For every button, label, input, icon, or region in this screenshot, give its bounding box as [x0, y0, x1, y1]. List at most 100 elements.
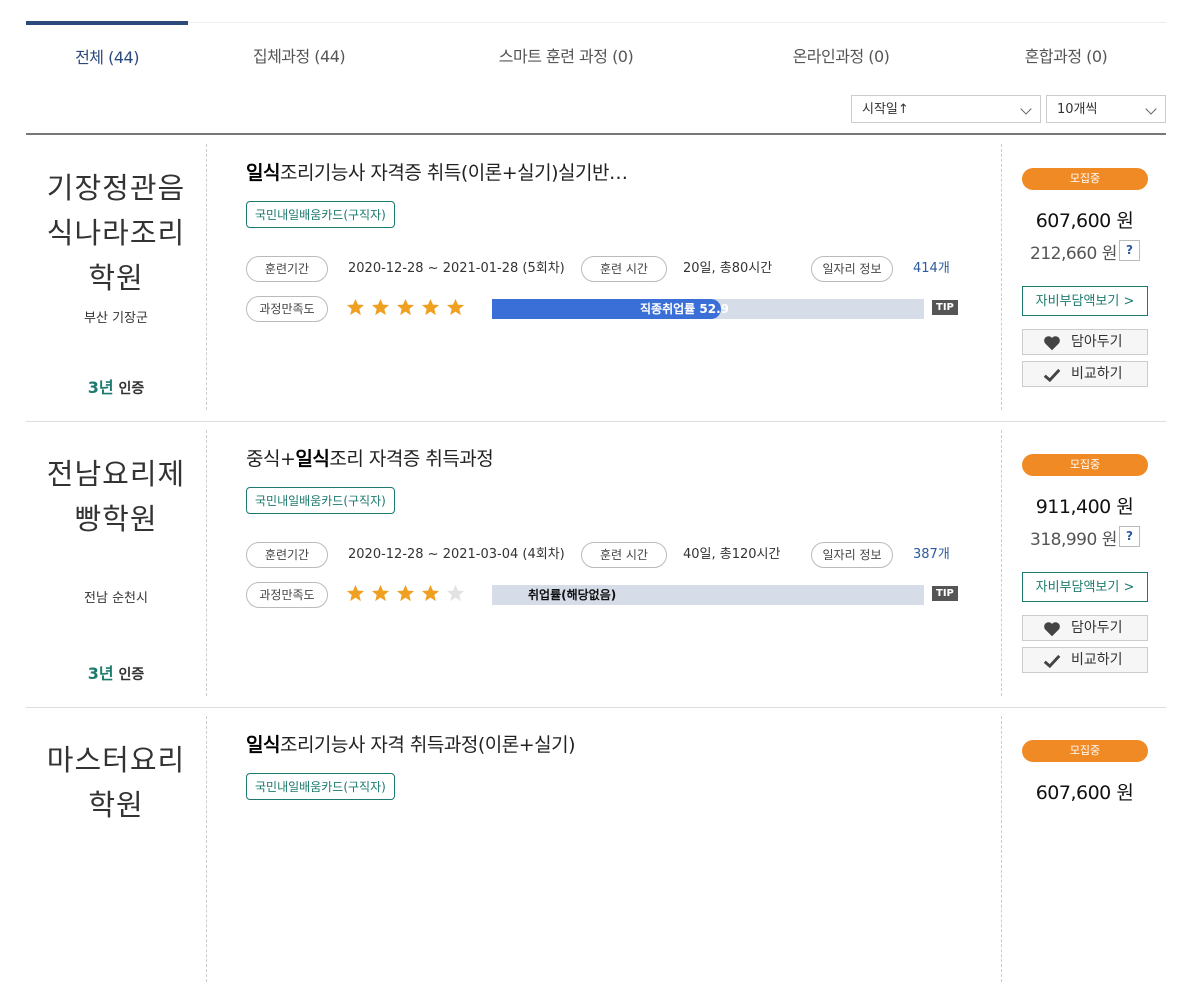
hours-value: 20일, 총80시간	[683, 261, 773, 276]
tab-blended-course[interactable]: 혼합과정 (0)	[986, 23, 1146, 91]
help-icon[interactable]: ?	[1119, 240, 1140, 261]
jobs-count-link[interactable]: 387개	[913, 542, 950, 568]
cert-label: 인증	[118, 381, 145, 397]
course-meta-row: 훈련기간 2020-12-28 ~ 2021-03-04 (4회차) 훈련 시간…	[246, 542, 976, 568]
card-type-badge: 국민내일배움카드(구직자)	[246, 773, 395, 800]
help-icon[interactable]: ?	[1119, 526, 1140, 547]
compare-label: 비교하기	[1071, 652, 1123, 668]
price-panel: 모집중 607,600 원	[1001, 716, 1167, 982]
compare-button[interactable]: 비교하기	[1022, 647, 1148, 673]
self-pay-button[interactable]: 자비부담액보기 >	[1022, 286, 1148, 316]
recruiting-badge: 모집중	[1022, 168, 1148, 190]
cert-years: 3년	[87, 378, 114, 397]
tab-group-course[interactable]: 집체과정 (44)	[218, 23, 380, 91]
star-filled-icon	[396, 298, 415, 316]
period-value: 2020-12-28 ~ 2021-01-28 (5회차)	[348, 261, 565, 276]
self-pay-button[interactable]: 자비부담액보기 >	[1022, 572, 1148, 602]
star-filled-icon	[371, 584, 390, 602]
institution-name[interactable]: 기장정관음식나라조리학원	[26, 166, 206, 301]
tab-all[interactable]: 전체 (44)	[26, 21, 188, 89]
employment-rate-bar: 취업률(해당없음)	[492, 585, 924, 605]
course-rating-row: 과정만족도 취업률(해당없음) TIP	[246, 582, 976, 608]
course-meta-row: 훈련기간 2020-12-28 ~ 2021-01-28 (5회차) 훈련 시간…	[246, 256, 976, 282]
certification-badge: 3년 인증	[26, 660, 206, 684]
title-highlight: 일식	[295, 448, 330, 470]
list-divider	[26, 133, 1166, 135]
course-info: 일식조리기능사 자격증 취득(이론+실기)실기반… 국민내일배움카드(구직자) …	[246, 144, 976, 410]
title-rest: 조리 자격증 취득과정	[329, 448, 494, 470]
course-card: 기장정관음식나라조리학원 부산 기장군 3년 인증 일식조리기능사 자격증 취득…	[26, 136, 1166, 422]
institution-name[interactable]: 마스터요리학원	[26, 738, 206, 828]
certification-badge: 3년 인증	[26, 374, 206, 398]
hours-label: 훈련 시간	[581, 542, 667, 568]
jobs-label: 일자리 정보	[811, 542, 893, 568]
star-filled-icon	[446, 298, 465, 316]
card-type-badge: 국민내일배움카드(구직자)	[246, 201, 395, 228]
card-type-badge: 국민내일배움카드(구직자)	[246, 487, 395, 514]
course-price: 607,600 원	[1035, 782, 1134, 804]
save-button[interactable]: 담아두기	[1022, 615, 1148, 641]
course-title[interactable]: 일식조리기능사 자격증 취득(이론+실기)실기반…	[246, 158, 976, 185]
sort-select-value: 시작일↑	[862, 102, 909, 117]
institution-panel: 전남요리제빵학원 전남 순천시 3년 인증	[26, 430, 207, 696]
title-highlight: 일식	[246, 162, 280, 184]
star-filled-icon	[346, 584, 365, 602]
institution-location: 전남 순천시	[84, 591, 148, 606]
period-value: 2020-12-28 ~ 2021-03-04 (4회차)	[348, 547, 565, 562]
price-panel: 모집중 911,400 원 318,990 원 ? 자비부담액보기 > 담아두기…	[1001, 430, 1167, 696]
period-label: 훈련기간	[246, 256, 328, 282]
hours-value: 40일, 총120시간	[683, 547, 781, 562]
sort-select[interactable]: 시작일↑	[851, 95, 1041, 123]
page-size-value: 10개씩	[1057, 102, 1098, 117]
institution-panel: 기장정관음식나라조리학원 부산 기장군 3년 인증	[26, 144, 207, 410]
rating-stars	[346, 298, 471, 321]
save-label: 담아두기	[1071, 334, 1123, 350]
title-rest: 조리기능사 자격 취득과정(이론+실기)	[279, 734, 576, 756]
chevron-down-icon	[1145, 103, 1157, 115]
tab-online-course[interactable]: 온라인과정 (0)	[761, 23, 921, 91]
course-card: 마스터요리학원 일식조리기능사 자격 취득과정(이론+실기) 국민내일배움카드(…	[26, 708, 1166, 993]
price-panel: 모집중 607,600 원 212,660 원 ? 자비부담액보기 > 담아두기…	[1001, 144, 1167, 410]
check-icon	[1043, 654, 1061, 669]
title-prefix: 중식+	[246, 448, 296, 470]
satisfaction-label: 과정만족도	[246, 582, 328, 608]
course-info: 중식+일식조리 자격증 취득과정 국민내일배움카드(구직자) 훈련기간 2020…	[246, 430, 976, 696]
star-filled-icon	[421, 584, 440, 602]
institution-location: 부산 기장군	[84, 311, 148, 326]
course-title[interactable]: 일식조리기능사 자격 취득과정(이론+실기)	[246, 730, 976, 757]
employment-rate-label: 취업률(해당없음)	[528, 588, 617, 602]
hours-label: 훈련 시간	[581, 256, 667, 282]
save-label: 담아두기	[1071, 620, 1123, 636]
star-empty-icon	[446, 584, 465, 602]
check-icon	[1043, 368, 1061, 383]
tip-button[interactable]: TIP	[932, 586, 958, 601]
save-button[interactable]: 담아두기	[1022, 329, 1148, 355]
tab-smart-course[interactable]: 스마트 훈련 과정 (0)	[466, 23, 666, 91]
heart-icon	[1044, 622, 1060, 637]
chevron-down-icon	[1020, 103, 1032, 115]
course-rating-row: 과정만족도 직종취업률 52.9 TIP	[246, 296, 976, 322]
course-info: 일식조리기능사 자격 취득과정(이론+실기) 국민내일배움카드(구직자)	[246, 716, 976, 982]
cert-label: 인증	[118, 667, 145, 683]
course-type-tabs: 전체 (44) 집체과정 (44) 스마트 훈련 과정 (0) 온라인과정 (0…	[26, 21, 1166, 91]
institution-name[interactable]: 전남요리제빵학원	[26, 452, 206, 542]
compare-button[interactable]: 비교하기	[1022, 361, 1148, 387]
institution-panel: 마스터요리학원	[26, 716, 207, 982]
tip-button[interactable]: TIP	[932, 300, 958, 315]
jobs-count-link[interactable]: 414개	[913, 256, 950, 282]
employment-rate-label: 직종취업률 52.9	[640, 302, 729, 316]
course-price: 911,400 원	[1035, 496, 1134, 518]
employment-rate-bar: 직종취업률 52.9	[492, 299, 924, 319]
rating-stars	[346, 584, 471, 607]
star-filled-icon	[421, 298, 440, 316]
title-highlight: 일식	[246, 734, 280, 756]
star-filled-icon	[396, 584, 415, 602]
title-rest: 조리기능사 자격증 취득(이론+실기)실기반…	[279, 162, 628, 184]
page-size-select[interactable]: 10개씩	[1046, 95, 1166, 123]
period-label: 훈련기간	[246, 542, 328, 568]
self-pay-price: 212,660 원	[1030, 244, 1117, 264]
course-title[interactable]: 중식+일식조리 자격증 취득과정	[246, 444, 976, 471]
star-filled-icon	[346, 298, 365, 316]
jobs-label: 일자리 정보	[811, 256, 893, 282]
satisfaction-label: 과정만족도	[246, 296, 328, 322]
